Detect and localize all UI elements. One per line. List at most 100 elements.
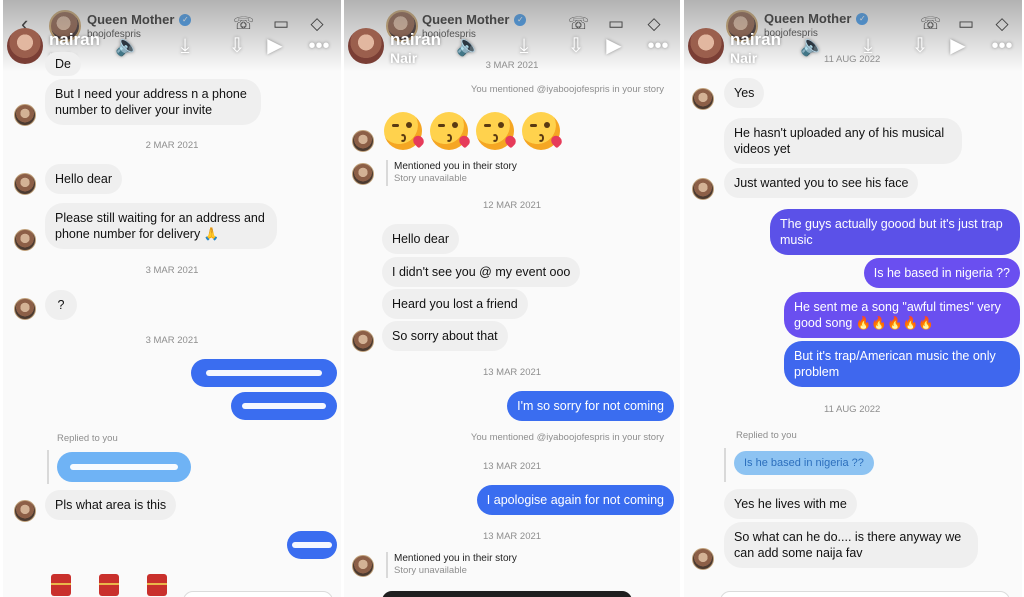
message-bubble-outgoing[interactable]: The guys actually goood but it's just tr…	[770, 209, 1020, 255]
quote-bar	[386, 160, 388, 186]
more-icon[interactable]: •••	[307, 34, 331, 58]
message-bubble[interactable]: So sorry about that	[382, 321, 508, 351]
sender-avatar	[14, 173, 36, 195]
message-bubble-outgoing[interactable]: He sent me a song "awful times" very goo…	[784, 292, 1020, 338]
volume-icon[interactable]: 🔈	[800, 34, 825, 58]
sticker-row	[51, 574, 167, 596]
overlay-avatar	[348, 28, 384, 64]
more-icon[interactable]: •••	[646, 34, 670, 58]
chat-panel-2: Queen Mother ✓ boojofespris ☏ ▭ ◇ nairan…	[344, 0, 680, 597]
message-bubble-outgoing[interactable]: But it's trap/American music the only pr…	[784, 341, 1020, 387]
quote-bar	[47, 450, 49, 484]
message-bubble[interactable]: Just wanted you to see his face	[724, 168, 919, 198]
play-icon[interactable]: ▶	[263, 34, 287, 58]
save-icon[interactable]: ⇩	[225, 34, 249, 58]
redacted-reply[interactable]	[57, 452, 191, 482]
play-icon[interactable]: ▶	[946, 34, 970, 58]
redacted-message[interactable]	[231, 392, 337, 420]
message-composer[interactable]	[382, 591, 632, 597]
redacted-message[interactable]	[191, 359, 337, 387]
story-card-subtitle: Story unavailable	[394, 565, 467, 576]
message-bubble-outgoing[interactable]: I apologise again for not coming	[476, 485, 674, 515]
volume-icon[interactable]: 🔈	[456, 34, 481, 58]
message-bubble[interactable]: Yes he lives with me	[724, 489, 857, 519]
story-card-title: Mentioned you in their story	[394, 161, 517, 172]
chat-panel-1: ‹ Queen Mother ✓ boojofespris ☏ ▭ ◇ nair…	[3, 0, 341, 597]
message-composer[interactable]	[720, 591, 1010, 597]
sender-avatar	[352, 163, 374, 185]
more-icon[interactable]: •••	[990, 34, 1014, 58]
reply-quote-bubble[interactable]: Is he based in nigeria ??	[734, 451, 874, 475]
page-title: Queen Mother	[87, 12, 175, 27]
message-bubble-outgoing[interactable]: I'm so sorry for not coming	[507, 391, 674, 421]
page-title: Queen Mother	[764, 11, 852, 26]
story-mention-card[interactable]: Mentioned you in their story Story unava…	[394, 553, 517, 577]
gift-sticker-icon	[99, 574, 119, 596]
message-bubble[interactable]: So what can he do.... is there anyway we…	[724, 522, 978, 568]
message-bubble[interactable]: Yes	[724, 78, 765, 108]
story-mention-note: You mentioned @iyaboojofespris in your s…	[470, 432, 664, 443]
overlay-name: nairan	[390, 30, 442, 49]
sender-avatar	[14, 229, 36, 251]
date-separator: 2 MAR 2021	[145, 140, 199, 151]
page-title: Queen Mother	[422, 12, 510, 27]
message-bubble[interactable]: Pls what area is this	[45, 490, 177, 520]
download-icon[interactable]: ⤓	[512, 34, 536, 58]
replied-label: Replied to you	[57, 433, 118, 444]
message-bubble[interactable]: De	[45, 52, 81, 76]
verified-badge-icon: ✓	[856, 12, 869, 25]
overlay-avatar	[7, 28, 43, 64]
message-bubble[interactable]: Hello dear	[382, 224, 459, 254]
play-icon[interactable]: ▶	[602, 34, 626, 58]
story-mention-card[interactable]: Mentioned you in their story Story unava…	[394, 161, 517, 185]
overlay-sub: Nair	[730, 50, 758, 66]
kiss-emoji-icon	[430, 112, 472, 150]
message-bubble-outgoing[interactable]: Is he based in nigeria ??	[863, 258, 1020, 288]
chat-panel-3: Queen Mother ✓ boojofespris ☏ ▭ ◇ nairan…	[684, 0, 1022, 597]
overlay-name: nairan	[730, 30, 782, 49]
message-composer[interactable]	[183, 591, 333, 597]
save-icon[interactable]: ⇩	[908, 34, 932, 58]
replied-label: Replied to you	[736, 430, 797, 441]
quote-bar	[386, 552, 388, 578]
kiss-emoji-icon	[522, 112, 564, 150]
sender-avatar	[692, 178, 714, 200]
gift-sticker-icon	[51, 574, 71, 596]
date-separator: 13 MAR 2021	[482, 461, 542, 472]
overlay-name: nairan	[49, 30, 101, 49]
volume-icon[interactable]: 🔈	[115, 34, 140, 58]
sender-avatar	[14, 298, 36, 320]
story-card-title: Mentioned you in their story	[394, 553, 517, 564]
sender-avatar	[352, 330, 374, 352]
gift-sticker-icon	[147, 574, 167, 596]
sender-avatar	[352, 130, 374, 152]
save-icon[interactable]: ⇩	[564, 34, 588, 58]
kiss-emoji-icon	[384, 112, 426, 150]
date-separator: 11 AUG 2022	[824, 54, 881, 65]
message-bubble[interactable]: Please still waiting for an address and …	[45, 203, 277, 249]
message-bubble[interactable]: Heard you lost a friend	[382, 289, 528, 319]
download-icon[interactable]: ⤓	[173, 34, 197, 58]
redacted-message[interactable]	[287, 531, 337, 559]
story-mention-note: You mentioned @iyaboojofespris in your s…	[470, 84, 664, 95]
sender-avatar	[14, 104, 36, 126]
date-separator: 13 MAR 2021	[482, 367, 542, 378]
message-bubble[interactable]: But I need your address n a phone number…	[45, 79, 261, 125]
sender-avatar	[352, 555, 374, 577]
kiss-emoji-icon	[476, 112, 518, 150]
message-bubble[interactable]: He hasn't uploaded any of his musical vi…	[724, 118, 962, 164]
verified-badge-icon: ✓	[514, 13, 527, 26]
story-card-subtitle: Story unavailable	[394, 173, 467, 184]
sender-avatar	[14, 500, 36, 522]
date-separator: 3 MAR 2021	[485, 60, 539, 71]
sender-avatar	[692, 548, 714, 570]
overlay-avatar	[688, 28, 724, 64]
emoji-message[interactable]	[384, 112, 564, 150]
sender-avatar	[692, 88, 714, 110]
message-bubble[interactable]: Hello dear	[45, 164, 122, 194]
message-bubble[interactable]: ?	[45, 290, 77, 320]
quote-bar	[724, 448, 726, 482]
verified-badge-icon: ✓	[179, 13, 192, 26]
date-separator: 3 MAR 2021	[145, 265, 199, 276]
message-bubble[interactable]: I didn't see you @ my event ooo	[382, 257, 581, 287]
